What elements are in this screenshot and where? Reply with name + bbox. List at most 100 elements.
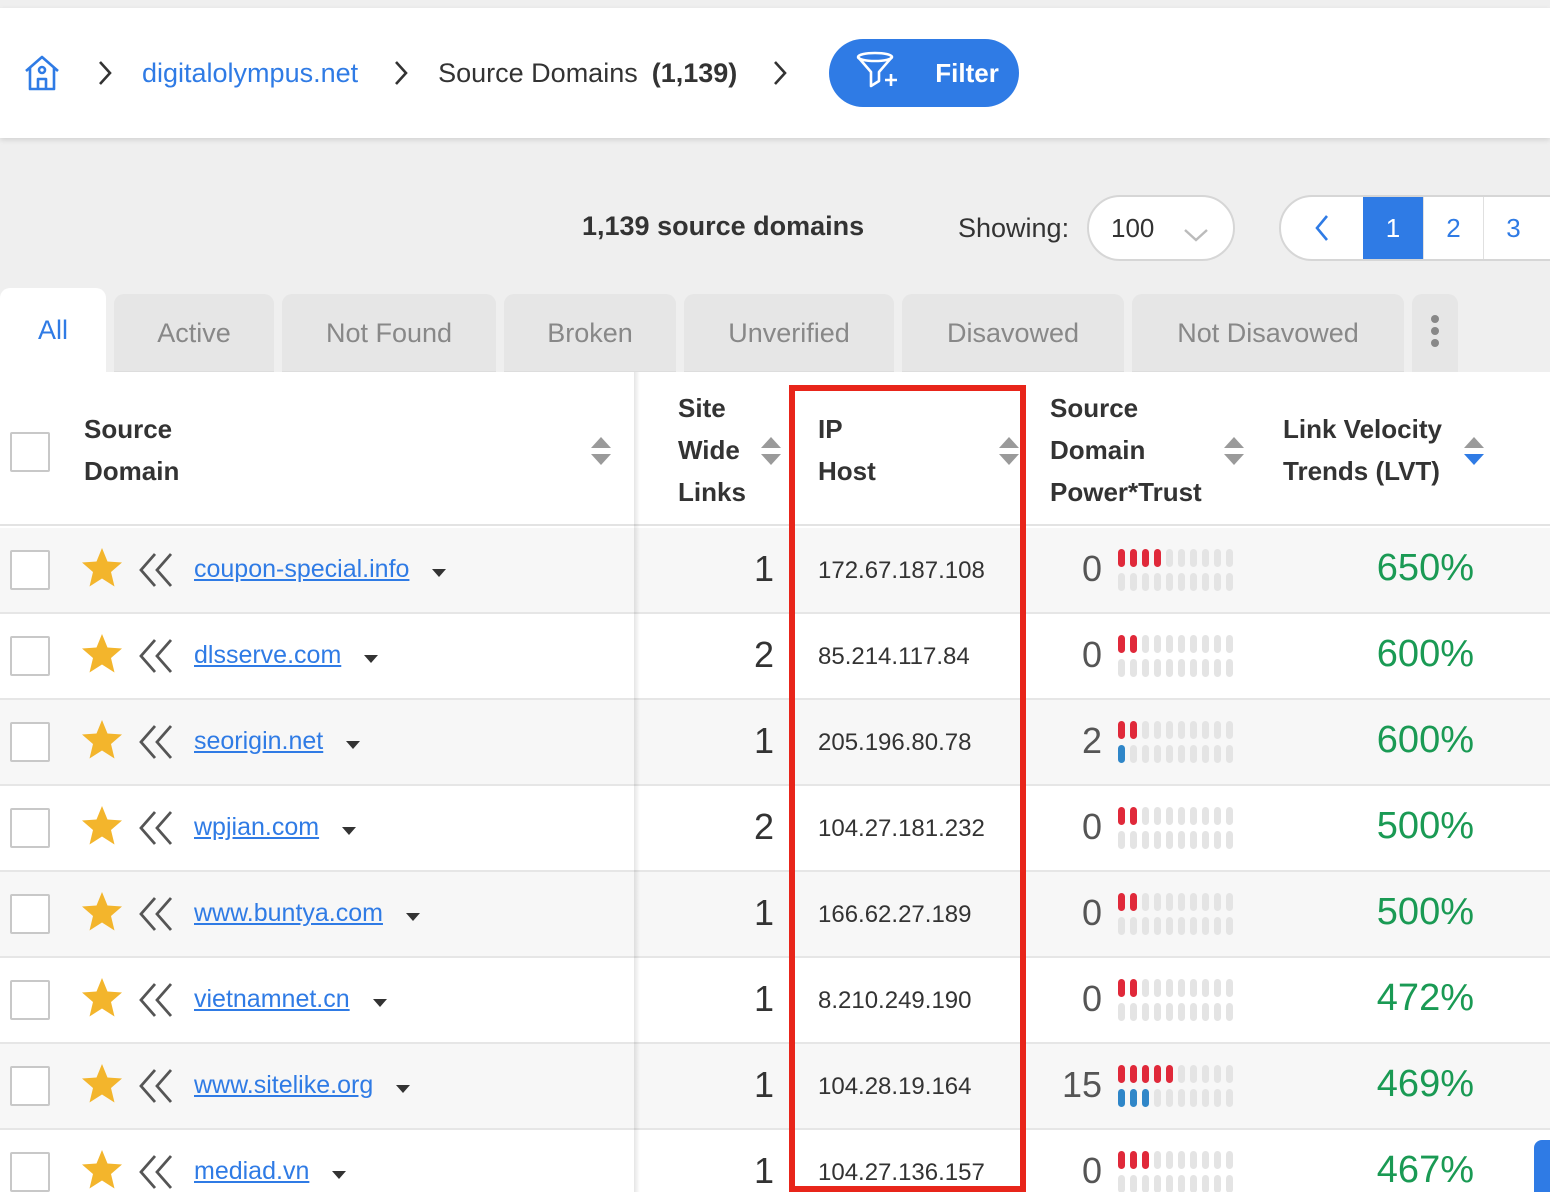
lvt-value: 600% — [1376, 719, 1474, 761]
double-chevron-left-icon[interactable] — [136, 722, 176, 762]
star-icon[interactable] — [80, 804, 124, 848]
breadcrumb-domain-link[interactable]: digitalolympus.net — [142, 58, 358, 89]
result-count: 1,139 source domains — [582, 211, 865, 241]
double-chevron-left-icon[interactable] — [136, 894, 176, 934]
power-trust-value: 0 — [1081, 1150, 1102, 1191]
page-button-2[interactable]: 2 — [1423, 197, 1483, 259]
star-icon[interactable] — [80, 1148, 124, 1192]
source-domain-link[interactable]: dlsserve.com — [194, 641, 379, 671]
power-trust-bars — [1118, 807, 1233, 849]
row-checkbox[interactable] — [10, 722, 50, 762]
ip-host-value: 205.196.80.78 — [818, 729, 972, 756]
tab-not-disavowed[interactable]: Not Disavowed — [1132, 294, 1404, 372]
page-size-select[interactable]: 100 — [1087, 195, 1235, 261]
source-domain-link[interactable]: coupon-special.info — [194, 555, 447, 585]
source-domain-link[interactable]: vietnamnet.cn — [194, 985, 388, 1015]
double-chevron-left-icon[interactable] — [136, 1152, 176, 1192]
site-wide-links-value: 2 — [753, 806, 774, 847]
power-trust-value: 0 — [1081, 892, 1102, 933]
table-row: www.buntya.com 1 166.62.27.189 0 500% — [0, 872, 1550, 958]
chevron-right-icon — [765, 58, 795, 88]
lvt-value: 600% — [1376, 633, 1474, 675]
source-domain-cell: wpjian.com — [0, 786, 634, 870]
row-checkbox[interactable] — [10, 1152, 50, 1192]
row-checkbox[interactable] — [10, 550, 50, 590]
home-icon[interactable] — [22, 53, 62, 93]
col-ip-host[interactable]: IP Host — [818, 408, 876, 492]
tab-unverified[interactable]: Unverified — [684, 294, 894, 372]
prev-page-button[interactable] — [1281, 197, 1363, 259]
header-bar: digitalolympus.net Source Domains (1,139… — [0, 8, 1550, 138]
col-site-wide-links[interactable]: Site Wide Links — [678, 387, 746, 513]
col-power-trust[interactable]: Source Domain Power*Trust — [1050, 387, 1202, 513]
caret-down-icon[interactable] — [331, 1158, 347, 1187]
ip-host-value: 104.28.19.164 — [818, 1073, 972, 1100]
select-all-checkbox[interactable] — [10, 432, 50, 472]
lvt-value: 650% — [1376, 547, 1474, 589]
filter-button[interactable]: Filter — [829, 39, 1020, 107]
caret-down-icon[interactable] — [363, 642, 379, 671]
power-trust-bars — [1118, 893, 1233, 935]
row-checkbox[interactable] — [10, 894, 50, 934]
source-domain-link[interactable]: wpjian.com — [194, 813, 357, 843]
pagination: 1 2 3 — [1279, 195, 1550, 261]
table-row: dlsserve.com 2 85.214.117.84 0 600% — [0, 614, 1550, 700]
tab-disavowed[interactable]: Disavowed — [902, 294, 1124, 372]
caret-down-icon[interactable] — [372, 986, 388, 1015]
side-panel-tab[interactable] — [1534, 1140, 1550, 1192]
page-size-value: 100 — [1111, 212, 1155, 243]
double-chevron-left-icon[interactable] — [136, 550, 176, 590]
star-icon[interactable] — [80, 976, 124, 1020]
page-button-1[interactable]: 1 — [1363, 197, 1423, 259]
power-trust-value: 0 — [1081, 634, 1102, 675]
sort-desc-active-icon[interactable] — [1463, 435, 1485, 467]
lvt-value: 500% — [1376, 891, 1474, 933]
table-row: www.sitelike.org 1 104.28.19.164 15 469% — [0, 1044, 1550, 1130]
sort-icon[interactable] — [1223, 435, 1245, 467]
tab-broken[interactable]: Broken — [504, 294, 676, 372]
star-icon[interactable] — [80, 1062, 124, 1106]
ip-host-value: 85.214.117.84 — [818, 643, 970, 670]
site-wide-links-value: 1 — [753, 1064, 774, 1105]
page-button-3[interactable]: 3 — [1483, 197, 1543, 259]
caret-down-icon[interactable] — [345, 728, 361, 757]
more-tabs-button[interactable] — [1412, 294, 1458, 372]
caret-down-icon[interactable] — [341, 814, 357, 843]
table-row: mediad.vn 1 104.27.136.157 0 467% — [0, 1130, 1550, 1192]
power-trust-value: 15 — [1061, 1064, 1102, 1105]
caret-down-icon[interactable] — [405, 900, 421, 929]
star-icon[interactable] — [80, 890, 124, 934]
filter-plus-icon — [855, 50, 901, 97]
caret-down-icon[interactable] — [431, 556, 447, 585]
double-chevron-left-icon[interactable] — [136, 808, 176, 848]
row-checkbox[interactable] — [10, 636, 50, 676]
double-chevron-left-icon[interactable] — [136, 1066, 176, 1106]
double-chevron-left-icon[interactable] — [136, 980, 176, 1020]
col-source-domain[interactable]: Source Domain — [84, 408, 179, 492]
tab-active[interactable]: Active — [114, 294, 274, 372]
source-domain-link[interactable]: mediad.vn — [194, 1157, 347, 1187]
chevron-right-icon — [386, 58, 416, 88]
caret-down-icon[interactable] — [395, 1072, 411, 1101]
source-domain-link[interactable]: www.sitelike.org — [194, 1071, 411, 1101]
sort-icon[interactable] — [760, 435, 782, 467]
site-wide-links-value: 1 — [753, 720, 774, 761]
lvt-value: 469% — [1376, 1063, 1474, 1105]
star-icon[interactable] — [80, 632, 124, 676]
sort-icon[interactable] — [998, 435, 1020, 467]
col-lvt[interactable]: Link Velocity Trends (LVT) — [1283, 408, 1442, 492]
star-icon[interactable] — [80, 718, 124, 762]
row-checkbox[interactable] — [10, 1066, 50, 1106]
table-row: wpjian.com 2 104.27.181.232 0 500% — [0, 786, 1550, 872]
row-checkbox[interactable] — [10, 808, 50, 848]
source-domain-link[interactable]: www.buntya.com — [194, 899, 421, 929]
table-header: Source Domain Site Wide Links IP Host So… — [0, 372, 1550, 526]
tab-not-found[interactable]: Not Found — [282, 294, 496, 372]
double-chevron-left-icon[interactable] — [136, 636, 176, 676]
source-domain-link[interactable]: seorigin.net — [194, 727, 361, 757]
star-icon[interactable] — [80, 546, 124, 590]
row-checkbox[interactable] — [10, 980, 50, 1020]
sort-icon[interactable] — [590, 435, 612, 467]
source-domain-cell: www.sitelike.org — [0, 1044, 634, 1128]
tab-all[interactable]: All — [0, 288, 106, 372]
